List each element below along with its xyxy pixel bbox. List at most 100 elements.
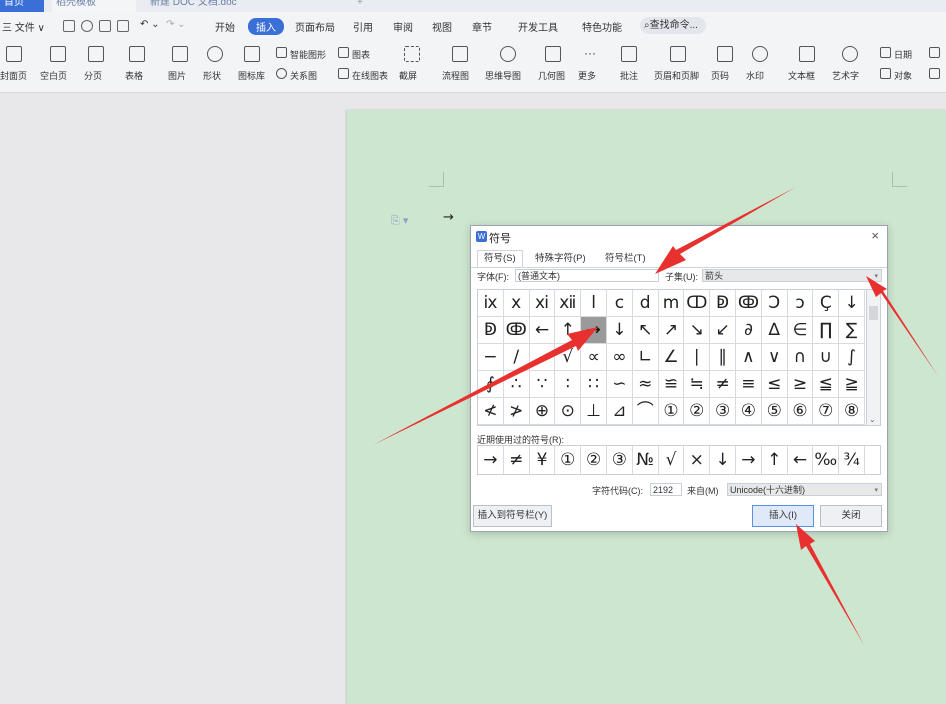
symbol-cell[interactable]: ∷ (581, 371, 607, 398)
geometry-button[interactable]: 几何图 (538, 69, 565, 82)
insert-button[interactable]: 插入(I) (752, 505, 814, 527)
from-select[interactable]: Unicode(十六进制) ▾ (727, 483, 882, 496)
save-icon[interactable] (63, 20, 75, 32)
recent-symbol-cell[interactable]: ① (555, 446, 582, 474)
relation-chart-button[interactable]: 关系图 (290, 69, 317, 82)
symbol-cell[interactable]: ∈ (787, 317, 814, 344)
menu-start[interactable]: 开始 (215, 19, 235, 34)
recent-symbol-cell[interactable]: № (633, 446, 659, 474)
symbol-cell[interactable]: ⅿ (658, 290, 685, 317)
symbol-cell[interactable]: ∵ (529, 371, 556, 398)
symbol-cell[interactable]: ≠ (710, 371, 736, 398)
cover-page-icon[interactable] (6, 46, 22, 62)
symbol-cell[interactable]: ⅸ (478, 290, 504, 317)
screenshot-icon[interactable] (404, 46, 420, 62)
close-icon[interactable]: × (871, 228, 879, 243)
symbol-cell[interactable]: Ç (813, 290, 840, 317)
symbol-cell[interactable]: ⅹ (503, 290, 530, 317)
symbol-grid-scrollbar[interactable]: ⌄ (867, 289, 881, 426)
mind-map-button[interactable]: 思维导图 (485, 69, 521, 82)
picture-icon[interactable] (172, 46, 188, 62)
smart-art-icon[interactable] (276, 47, 287, 58)
undo-icon[interactable]: ↶ ⌄ (140, 19, 160, 30)
tab-template[interactable]: 稻壳模板 (52, 0, 136, 12)
symbol-cell[interactable]: ⅾ (632, 290, 659, 317)
menu-reference[interactable]: 引用 (353, 19, 373, 34)
tab-symbol[interactable]: 符号(S) (477, 250, 523, 267)
relation-chart-icon[interactable] (276, 68, 287, 79)
object-button[interactable]: 对象 (894, 69, 912, 82)
symbol-cell[interactable]: ∽ (607, 371, 633, 398)
print-icon[interactable] (99, 20, 111, 32)
menu-insert[interactable]: 插入 (248, 18, 284, 35)
header-footer-button[interactable]: 页眉和页脚 (654, 69, 699, 82)
recent-symbol-cell[interactable]: ¾ (839, 446, 865, 474)
symbol-cell[interactable]: − (478, 344, 504, 371)
symbol-cell[interactable]: ↙ (710, 317, 736, 344)
symbol-cell[interactable]: ∟ (632, 344, 659, 371)
recent-symbol-cell[interactable]: → (736, 446, 762, 474)
blank-page-button[interactable]: 空白页 (40, 69, 67, 82)
table-button[interactable]: 表格 (125, 69, 143, 82)
online-chart-icon[interactable] (338, 68, 349, 79)
export-icon[interactable] (81, 20, 93, 32)
recent-symbol-cell[interactable]: ← (788, 446, 814, 474)
symbol-cell[interactable]: ⊕ (529, 398, 556, 425)
chart-icon[interactable] (338, 47, 349, 58)
menu-view[interactable]: 视图 (432, 19, 452, 34)
symbol-cell[interactable]: ⊥ (581, 398, 607, 425)
icon-library-icon[interactable] (244, 46, 260, 62)
tab-document[interactable]: 新建 DOC 文档.doc (146, 0, 276, 12)
symbol-cell[interactable] (529, 344, 556, 371)
recent-symbol-cell[interactable]: ↑ (762, 446, 788, 474)
symbol-cell[interactable]: ∕ (503, 344, 530, 371)
comment-button[interactable]: 批注 (620, 69, 638, 82)
mind-map-icon[interactable] (500, 46, 516, 62)
symbol-cell[interactable]: ≡ (736, 371, 762, 398)
recent-symbol-cell[interactable]: → (478, 446, 504, 474)
symbol-cell[interactable]: ∪ (813, 344, 840, 371)
comment-icon[interactable] (621, 46, 637, 62)
tab-special-char[interactable]: 特殊字符(P) (529, 251, 592, 267)
symbol-cell[interactable]: ∫ (839, 344, 865, 371)
command-search[interactable]: ⌕查找命令... (640, 17, 706, 34)
char-code-input[interactable]: 2192 (650, 483, 682, 496)
symbol-cell[interactable]: ≮ (478, 398, 504, 425)
cover-page-button[interactable]: 封面页 (0, 69, 27, 82)
symbol-cell[interactable]: ↁ (478, 317, 504, 344)
symbol-cell[interactable]: ⑥ (787, 398, 814, 425)
tab-home[interactable]: 首页 (0, 0, 44, 12)
recent-symbol-cell[interactable]: ↓ (710, 446, 736, 474)
page-number-icon[interactable] (717, 46, 733, 62)
symbol-cell[interactable]: ∆ (761, 317, 788, 344)
symbol-cell[interactable]: Ↄ (761, 290, 788, 317)
smart-art-button[interactable]: 智能图形 (290, 48, 326, 61)
page-break-button[interactable]: 分页 (84, 69, 102, 82)
menu-chapter[interactable]: 章节 (472, 19, 492, 34)
symbol-cell[interactable]: ≦ (813, 371, 840, 398)
symbol-cell[interactable]: ≯ (503, 398, 530, 425)
symbol-cell[interactable]: ⅼ (581, 290, 607, 317)
shape-button[interactable]: 形状 (203, 69, 221, 82)
symbol-cell[interactable]: ∑ (839, 317, 865, 344)
symbol-cell[interactable]: √ (555, 344, 582, 371)
symbol-cell[interactable]: ∏ (813, 317, 840, 344)
symbol-cell[interactable]: ③ (710, 398, 736, 425)
chart-button[interactable]: 图表 (352, 48, 370, 61)
recent-symbol-cell[interactable]: ‰ (813, 446, 840, 474)
symbol-cell[interactable]: ⅻ (555, 290, 582, 317)
symbol-cell[interactable]: ∴ (503, 371, 530, 398)
recent-symbol-cell[interactable]: ¥ (530, 446, 556, 474)
word-art-icon[interactable] (842, 46, 858, 62)
text-box-button[interactable]: 文本框 (788, 69, 815, 82)
recent-symbol-cell[interactable]: ≠ (504, 446, 530, 474)
symbol-cell[interactable]: ≈ (632, 371, 659, 398)
paragraph-marker-icon[interactable]: ⎘ ▾ (391, 214, 408, 228)
scrollbar-thumb[interactable] (869, 306, 878, 320)
page-break-icon[interactable] (88, 46, 104, 62)
symbol-cell[interactable]: ⑧ (839, 398, 865, 425)
more-toolbar-icon-2[interactable] (929, 68, 940, 79)
symbol-cell[interactable]: ⑤ (761, 398, 788, 425)
icon-library-button[interactable]: 图标库 (238, 69, 265, 82)
tab-symbol-bar[interactable]: 符号栏(T) (599, 251, 652, 267)
